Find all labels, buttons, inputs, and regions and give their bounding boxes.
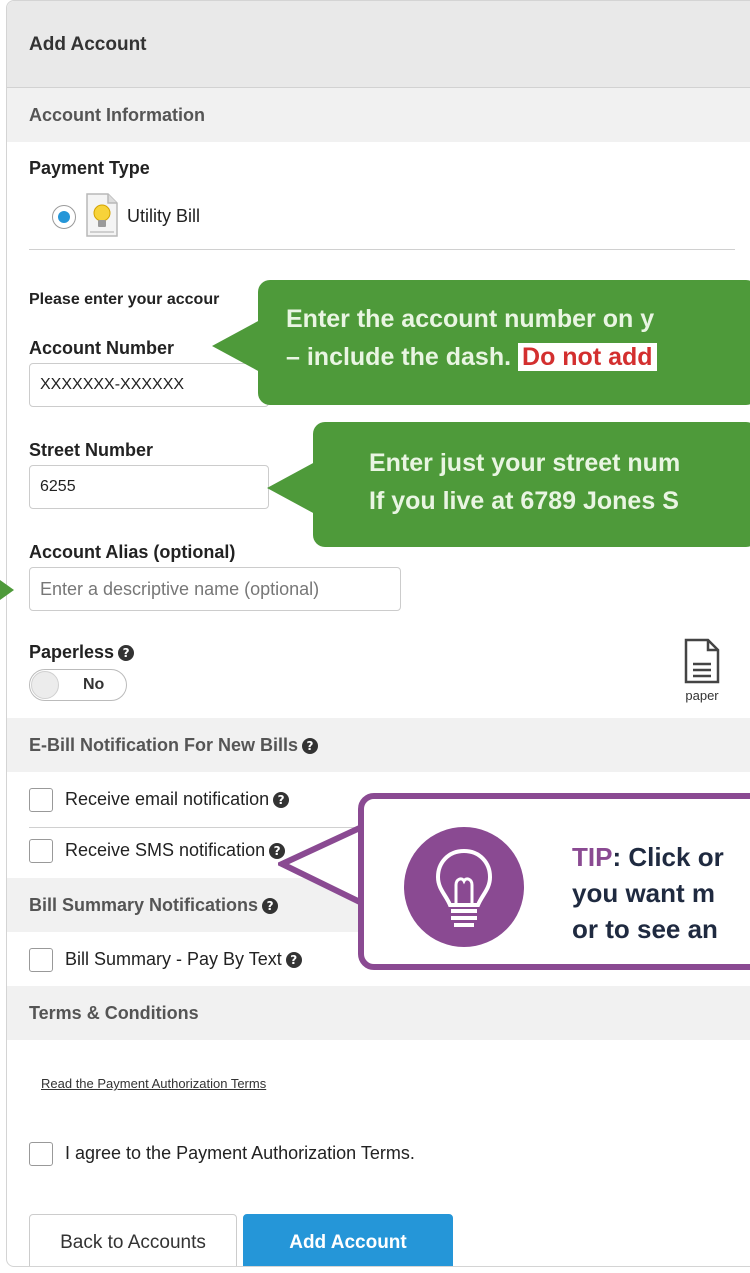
add-account-card: Add Account Account Information Payment …	[6, 0, 750, 1267]
paperless-toggle-label: No	[83, 676, 105, 693]
paper-icon-label: paper	[685, 688, 719, 703]
terms-header: Terms & Conditions	[7, 986, 750, 1040]
section-title: Bill Summary Notifications?	[29, 895, 279, 916]
callout-text: Enter just your street num	[369, 449, 681, 477]
paper-icon: paper	[680, 638, 724, 708]
account-callout-pointer	[212, 320, 260, 372]
tip-text: TIP: Click or you want m or to see an	[572, 842, 724, 944]
radio-utility-bill[interactable]	[52, 205, 76, 229]
agree-terms-label: I agree to the Payment Authorization Ter…	[65, 1143, 415, 1163]
agree-terms-checkbox[interactable]	[29, 1142, 53, 1166]
alias-input[interactable]: Enter a descriptive name (optional)	[29, 567, 401, 611]
section-title: E-Bill Notification For New Bills?	[29, 735, 319, 756]
section-title: Terms & Conditions	[29, 1003, 199, 1023]
help-icon[interactable]: ?	[285, 952, 302, 968]
help-icon[interactable]: ?	[273, 792, 290, 808]
account-prompt-text: Please enter your accour	[29, 291, 220, 308]
email-notification-checkbox[interactable]	[29, 788, 53, 812]
street-callout-pointer	[267, 462, 315, 514]
callout-text: If you live at 6789 Jones S	[369, 487, 679, 515]
help-icon[interactable]: ?	[262, 898, 279, 914]
account-info-header: Account Information	[7, 88, 750, 142]
account-number-label: Account Number	[29, 338, 175, 358]
page-title: Add Account	[29, 34, 147, 55]
help-icon[interactable]: ?	[118, 645, 135, 661]
callout-text: Enter the account number on y	[286, 305, 655, 333]
ebill-header: E-Bill Notification For New Bills?	[7, 718, 750, 772]
add-account-button[interactable]: Add Account	[243, 1214, 453, 1266]
street-number-label: Street Number	[29, 440, 154, 460]
callout-text: – include the dash. Do not add	[286, 338, 750, 376]
tip-callout-pointer	[278, 823, 366, 907]
utility-bill-icon	[84, 192, 120, 238]
callout-warning: Do not add	[518, 343, 657, 371]
sms-notification-label: Receive SMS notification?	[65, 840, 286, 861]
street-number-callout: Enter just your street num If you live a…	[313, 422, 750, 547]
divider	[29, 249, 735, 250]
paperless-toggle[interactable]: No	[29, 669, 127, 701]
lightbulb-icon	[404, 827, 524, 947]
alias-label: Account Alias (optional)	[29, 542, 236, 562]
terms-link[interactable]: Read the Payment Authorization Terms	[41, 1076, 266, 1091]
payment-option-label: Utility Bill	[127, 206, 201, 226]
pay-by-text-checkbox[interactable]	[29, 948, 53, 972]
section-title: Account Information	[29, 105, 205, 125]
payment-type-label: Payment Type	[29, 158, 150, 178]
card-header: Add Account	[7, 1, 750, 88]
tip-callout: TIP: Click or you want m or to see an	[358, 793, 750, 970]
street-number-input[interactable]: 6255	[29, 465, 269, 509]
tip-keyword: TIP	[572, 842, 613, 872]
alias-arrow-icon	[0, 580, 14, 600]
sms-notification-checkbox[interactable]	[29, 839, 53, 863]
back-to-accounts-button[interactable]: Back to Accounts	[29, 1214, 237, 1266]
email-notification-label: Receive email notification?	[65, 789, 290, 810]
account-number-callout: Enter the account number on y – include …	[258, 280, 750, 405]
pay-by-text-label: Bill Summary - Pay By Text?	[65, 949, 302, 970]
paperless-label: Paperless?	[29, 642, 135, 663]
help-icon[interactable]: ?	[302, 738, 319, 754]
